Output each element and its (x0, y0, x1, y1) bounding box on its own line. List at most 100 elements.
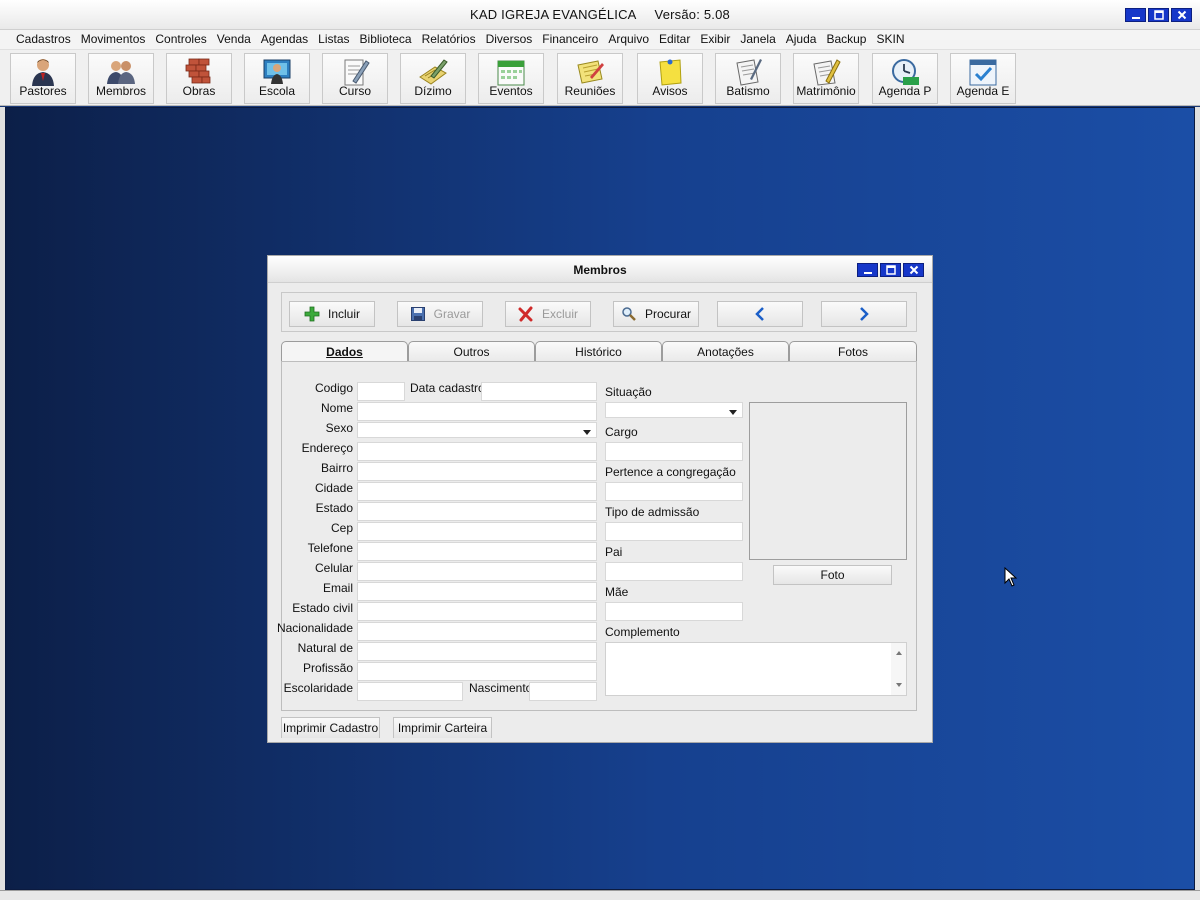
toolbar-label: Dízimo (414, 84, 452, 98)
tipo-admissao-field[interactable] (605, 522, 743, 541)
email-field[interactable] (357, 582, 597, 601)
menu-exibir[interactable]: Exibir (695, 30, 735, 49)
menu-relatorios[interactable]: Relatórios (417, 30, 481, 49)
toolbar-eventos-button[interactable]: Eventos (478, 53, 544, 104)
telefone-field[interactable] (357, 542, 597, 561)
imprimir-carteira-button[interactable]: Imprimir Carteira (393, 717, 492, 738)
nacionalidade-field[interactable] (357, 622, 597, 641)
search-icon (622, 307, 636, 321)
toolbar-label: Avisos (652, 84, 688, 98)
dialog-title: Membros (573, 263, 627, 277)
minimize-icon (863, 272, 872, 274)
imprimir-cadastro-button[interactable]: Imprimir Cadastro (281, 717, 380, 738)
dialog-close-button[interactable] (903, 263, 924, 277)
toolbar-agenda-p-button[interactable]: Agenda P (872, 53, 938, 104)
tab-historico[interactable]: Histórico (535, 341, 662, 362)
menu-backup[interactable]: Backup (821, 30, 871, 49)
menu-listas[interactable]: Listas (313, 30, 354, 49)
tab-outros[interactable]: Outros (408, 341, 535, 362)
menu-movimentos[interactable]: Movimentos (76, 30, 151, 49)
toolbar-label: Agenda P (878, 84, 932, 98)
congregacao-field[interactable] (605, 482, 743, 501)
celular-field[interactable] (357, 562, 597, 581)
tab-fotos[interactable]: Fotos (789, 341, 917, 362)
minimize-button[interactable] (1125, 8, 1146, 22)
menu-biblioteca[interactable]: Biblioteca (355, 30, 417, 49)
toolbar-reunioes-button[interactable]: Reuniões (557, 53, 623, 104)
toolbar-pastores-button[interactable]: Pastores (10, 53, 76, 104)
procurar-button[interactable]: Procurar (613, 301, 699, 327)
menu-venda[interactable]: Venda (212, 30, 256, 49)
maximize-button[interactable] (1148, 8, 1169, 22)
bairro-label: Bairro (320, 461, 353, 475)
complemento-scrollbar[interactable] (891, 643, 906, 695)
toolbar-label: Membros (95, 84, 146, 98)
situacao-select[interactable] (605, 402, 743, 418)
previous-button[interactable] (717, 301, 803, 327)
close-button[interactable] (1171, 8, 1192, 22)
natural-de-field[interactable] (357, 642, 597, 661)
next-button[interactable] (821, 301, 907, 327)
scroll-down-icon[interactable] (896, 683, 902, 687)
bairro-field[interactable] (357, 462, 597, 481)
dialog-maximize-button[interactable] (880, 263, 901, 277)
tab-anotacoes[interactable]: Anotações (662, 341, 789, 362)
foto-button[interactable]: Foto (773, 565, 892, 585)
menu-editar[interactable]: Editar (654, 30, 695, 49)
cargo-field[interactable] (605, 442, 743, 461)
menu-controles[interactable]: Controles (150, 30, 211, 49)
gravar-button[interactable]: Gravar (397, 301, 483, 327)
tab-dados[interactable]: Dados (281, 341, 408, 362)
mae-field[interactable] (605, 602, 743, 621)
toolbar-agenda-e-button[interactable]: Agenda E (950, 53, 1016, 104)
cep-field[interactable] (357, 522, 597, 541)
estado-field[interactable] (357, 502, 597, 521)
menu-financeiro[interactable]: Financeiro (537, 30, 603, 49)
toolbar-obras-button[interactable]: Obras (166, 53, 232, 104)
cidade-label: Cidade (314, 481, 353, 495)
toolbar-batismo-button[interactable]: Batismo (715, 53, 781, 104)
menu-ajuda[interactable]: Ajuda (781, 30, 822, 49)
endereco-field[interactable] (357, 442, 597, 461)
celular-label: Celular (314, 561, 353, 575)
escolaridade-field[interactable] (357, 682, 463, 701)
maximize-icon (885, 265, 896, 275)
toolbar-escola-button[interactable]: Escola (244, 53, 310, 104)
estado-civil-field[interactable] (357, 602, 597, 621)
toolbar-label: Escola (258, 84, 296, 98)
sexo-select[interactable] (357, 422, 597, 438)
excluir-button[interactable]: Excluir (505, 301, 591, 327)
nascimento-field[interactable] (529, 682, 597, 701)
menu-skin[interactable]: SKIN (871, 30, 909, 49)
pai-field[interactable] (605, 562, 743, 581)
complemento-textarea[interactable] (605, 642, 907, 696)
toolbar-curso-button[interactable]: Curso (322, 53, 388, 104)
data-cadastro-field[interactable] (481, 382, 597, 401)
cidade-field[interactable] (357, 482, 597, 501)
toolbar-label: Curso (338, 84, 371, 98)
toolbar-dizimo-button[interactable]: Dízimo (400, 53, 466, 104)
situacao-label: Situação (605, 385, 652, 399)
toolbar-matrimonio-button[interactable]: Matrimônio (793, 53, 859, 104)
nome-label: Nome (320, 401, 353, 415)
menu-arquivo[interactable]: Arquivo (603, 30, 654, 49)
menu-diversos[interactable]: Diversos (481, 30, 538, 49)
menu-cadastros[interactable]: Cadastros (11, 30, 76, 49)
profissao-field[interactable] (357, 662, 597, 681)
cep-label: Cep (330, 521, 353, 535)
toolbar-avisos-button[interactable]: Avisos (637, 53, 703, 104)
codigo-field[interactable] (357, 382, 405, 401)
toolbar-membros-button[interactable]: Membros (88, 53, 154, 104)
menu-janela[interactable]: Janela (735, 30, 780, 49)
toolbar-label: Batismo (726, 84, 770, 98)
pai-label: Pai (605, 545, 623, 559)
nome-field[interactable] (357, 402, 597, 421)
membros-dialog: Membros Incluir Gravar Excluir Procurar (267, 255, 933, 743)
dialog-minimize-button[interactable] (857, 263, 878, 277)
members-icon (107, 61, 135, 84)
menu-agendas[interactable]: Agendas (256, 30, 313, 49)
toolbar-label: Agenda E (956, 84, 1010, 98)
incluir-button[interactable]: Incluir (289, 301, 375, 327)
delete-x-icon (518, 306, 533, 322)
scroll-up-icon[interactable] (896, 651, 902, 655)
